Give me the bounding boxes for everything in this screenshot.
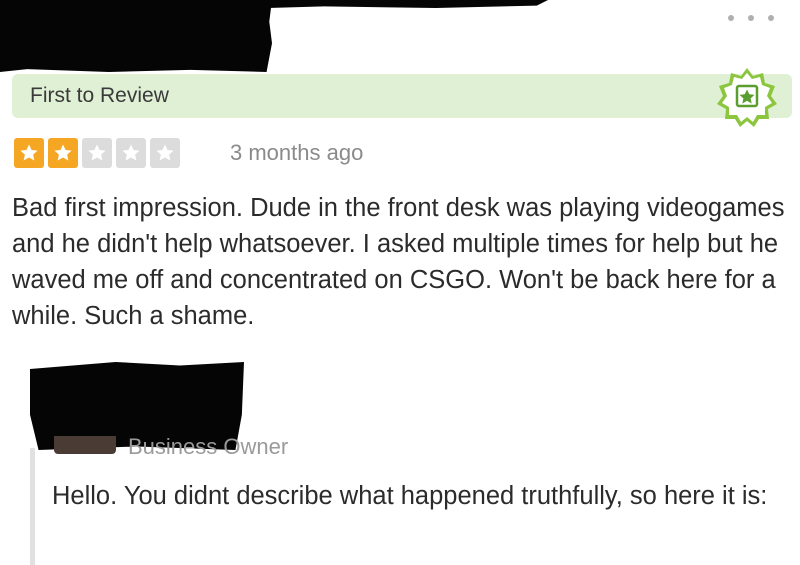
review-text: Bad first impression. Dude in the front … [12, 194, 785, 330]
review-time: 3 months ago [230, 140, 364, 165]
business-owner-label: Business Owner [128, 434, 289, 459]
more-dots-icon [728, 15, 734, 21]
star-empty-icon [150, 138, 180, 168]
redacted-username-block [0, 0, 272, 72]
first-to-review-badge-icon [717, 68, 777, 127]
star-rating [14, 138, 180, 168]
first-to-review-banner: First to Review [12, 68, 792, 127]
redacted-top-strip [268, 0, 548, 8]
owner-avatar [54, 436, 116, 454]
more-options-button[interactable] [728, 8, 774, 28]
star-filled-icon [48, 138, 78, 168]
star-empty-icon [116, 138, 146, 168]
star-filled-icon [14, 138, 44, 168]
reply-indent-bar [30, 448, 35, 565]
review-screen: First to Review 3 months ago Bad first i… [0, 0, 800, 565]
more-dots-icon [748, 15, 754, 21]
star-empty-icon [82, 138, 112, 168]
owner-reply-text: Hello. You didnt describe what happened … [52, 482, 768, 510]
more-dots-icon [768, 15, 774, 21]
first-to-review-label: First to Review [30, 84, 169, 107]
